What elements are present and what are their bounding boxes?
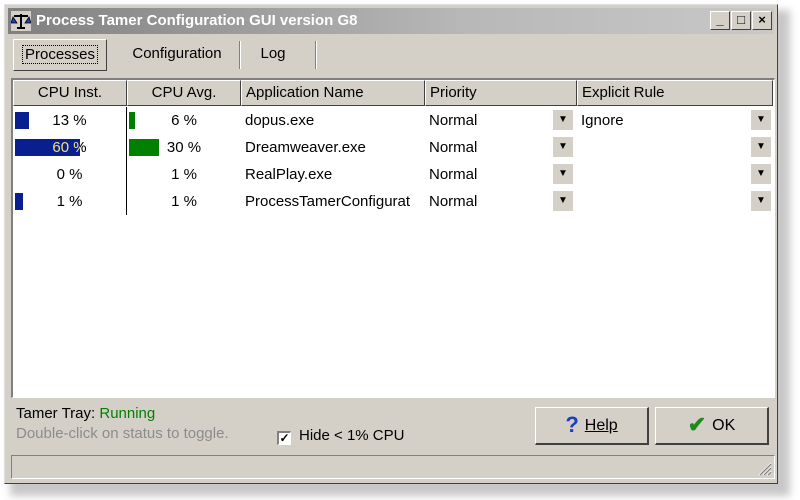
cpu-inst-value: 13 %: [52, 112, 87, 129]
cpu-inst-cell: 60 %: [13, 134, 127, 161]
cpu-inst-cell: 13 %: [13, 107, 127, 134]
tab-processes-label: Processes: [21, 45, 99, 64]
ok-button[interactable]: ✔ OK: [655, 407, 769, 445]
priority-value[interactable]: Normal: [429, 188, 553, 215]
priority-value[interactable]: Normal: [429, 107, 553, 134]
window-title: Process Tamer Configuration GUI version …: [36, 12, 358, 29]
close-button[interactable]: ×: [752, 11, 772, 30]
tab-processes[interactable]: Processes: [13, 39, 107, 71]
cpu-avg-cell: 6 %: [127, 107, 241, 134]
process-table: CPU Inst. CPU Avg. Application Name Prio…: [11, 78, 775, 398]
application-name-cell: ProcessTamerConfigurat: [245, 193, 411, 210]
table-row[interactable]: 13 % 6 % dopus.exe Normal ▼ Ignore ▼: [13, 107, 773, 134]
ok-button-label: OK: [712, 417, 736, 434]
explicit-rule-dropdown-icon[interactable]: ▼: [751, 164, 771, 184]
tab-separator: [315, 41, 317, 69]
cpu-avg-value: 1 %: [171, 193, 197, 210]
tab-separator: [239, 41, 241, 69]
explicit-rule-value[interactable]: [581, 134, 749, 161]
cpu-inst-cell: 0 %: [13, 161, 127, 188]
cpu-avg-value: 1 %: [171, 166, 197, 183]
tab-log-label: Log: [260, 45, 286, 62]
priority-dropdown-icon[interactable]: ▼: [553, 164, 573, 184]
check-icon: ✔: [687, 412, 707, 437]
tab-configuration[interactable]: Configuration: [117, 39, 237, 71]
cpu-inst-value: 60 %: [52, 139, 87, 156]
tray-status-value[interactable]: Running: [99, 405, 155, 422]
main-window: Process Tamer Configuration GUI version …: [4, 4, 778, 484]
explicit-rule-value[interactable]: [581, 188, 749, 215]
column-header-application-name[interactable]: Application Name: [241, 80, 425, 106]
cpu-inst-cell: 1 %: [13, 188, 127, 215]
explicit-rule-dropdown-icon[interactable]: ▼: [751, 137, 771, 157]
priority-value[interactable]: Normal: [429, 134, 553, 161]
cpu-avg-cell: 30 %: [127, 134, 241, 161]
hide-low-cpu-checkbox[interactable]: ✓ Hide < 1% CPU: [277, 427, 404, 445]
cpu-avg-bar: [129, 139, 159, 156]
explicit-rule-dropdown-icon[interactable]: ▼: [751, 191, 771, 211]
priority-dropdown-icon[interactable]: ▼: [553, 137, 573, 157]
priority-value[interactable]: Normal: [429, 161, 553, 188]
scales-icon: [11, 11, 31, 31]
column-header-cpu-inst[interactable]: CPU Inst.: [13, 80, 127, 106]
hide-low-cpu-label: Hide < 1% CPU: [299, 427, 405, 444]
cpu-inst-bar: [15, 112, 29, 129]
help-button-label: Help: [584, 417, 618, 434]
tray-status[interactable]: Tamer Tray: Running Double-click on stat…: [16, 405, 229, 442]
question-icon: ?: [565, 412, 579, 437]
cpu-avg-bar: [129, 112, 135, 129]
priority-dropdown-icon[interactable]: ▼: [553, 110, 573, 130]
cpu-avg-cell: 1 %: [127, 188, 241, 215]
cpu-inst-bar: [15, 193, 23, 210]
column-header-cpu-avg[interactable]: CPU Avg.: [127, 80, 241, 106]
application-name-cell: dopus.exe: [245, 112, 315, 129]
title-bar[interactable]: Process Tamer Configuration GUI version …: [8, 8, 774, 34]
checkbox-box[interactable]: ✓: [277, 431, 291, 445]
explicit-rule-dropdown-icon[interactable]: ▼: [751, 110, 771, 130]
column-header-explicit-rule[interactable]: Explicit Rule: [577, 80, 773, 106]
cpu-avg-cell: 1 %: [127, 161, 241, 188]
status-bar: [11, 455, 775, 479]
table-header: CPU Inst. CPU Avg. Application Name Prio…: [13, 80, 773, 106]
tab-log[interactable]: Log: [245, 39, 301, 71]
help-button[interactable]: ? Help: [535, 407, 649, 445]
tab-configuration-label: Configuration: [132, 45, 222, 62]
column-header-priority[interactable]: Priority: [425, 80, 577, 106]
application-name-cell: RealPlay.exe: [245, 166, 333, 183]
cpu-avg-value: 6 %: [171, 112, 197, 129]
table-row[interactable]: 0 % 1 % RealPlay.exe Normal ▼ ▼: [13, 161, 773, 188]
cpu-avg-value: 30 %: [166, 139, 202, 156]
explicit-rule-value[interactable]: Ignore: [581, 107, 749, 134]
table-row[interactable]: 60 % 30 % Dreamweaver.exe Normal ▼ ▼: [13, 134, 773, 161]
tray-status-hint: Double-click on status to toggle.: [16, 425, 229, 442]
table-row[interactable]: 1 % 1 % ProcessTamerConfigurat Normal ▼ ▼: [13, 188, 773, 215]
application-name-cell: Dreamweaver.exe: [245, 139, 366, 156]
cpu-inst-value: 0 %: [56, 166, 83, 183]
tray-status-label: Tamer Tray:: [16, 405, 96, 422]
maximize-button[interactable]: □: [731, 11, 751, 30]
minimize-button[interactable]: _: [710, 11, 730, 30]
cpu-inst-value: 1 %: [56, 193, 83, 210]
resize-grip-icon[interactable]: [756, 460, 772, 476]
priority-dropdown-icon[interactable]: ▼: [553, 191, 573, 211]
explicit-rule-value[interactable]: [581, 161, 749, 188]
